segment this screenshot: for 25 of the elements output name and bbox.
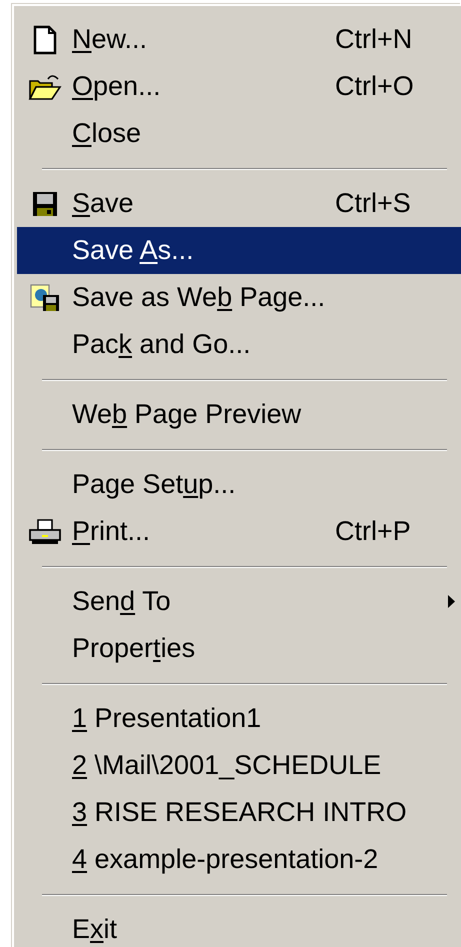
menu-item[interactable]: Web Page Preview (17, 391, 461, 438)
menu-item[interactable]: 2 \Mail\2001_SCHEDULE (17, 742, 461, 789)
printer-icon (28, 518, 62, 546)
menu-item[interactable]: Properties (17, 625, 461, 672)
shortcut-label: Ctrl+O (335, 71, 414, 102)
folder-icon (28, 72, 62, 100)
menu-item[interactable]: Print... Ctrl+P (17, 508, 461, 555)
menu-item[interactable]: 1 Presentation1 (17, 695, 461, 742)
menu-item[interactable]: New... Ctrl+N (17, 16, 461, 63)
menu-item[interactable]: Save As... (17, 227, 461, 274)
menu-item[interactable]: 4 example-presentation-2 (17, 836, 461, 883)
shortcut-label: Ctrl+N (335, 24, 412, 55)
shortcut-label: Ctrl+S (335, 188, 411, 219)
menu-item[interactable]: Send To (17, 578, 461, 625)
shortcut-label: Ctrl+P (335, 516, 411, 547)
menu-item[interactable]: Save as Web Page... (17, 274, 461, 321)
document-icon (32, 24, 56, 54)
menu-item[interactable]: 3 RISE RESEARCH INTRO (17, 789, 461, 836)
menu-item[interactable]: Open... Ctrl+O (17, 63, 461, 110)
menu-item[interactable]: Exit (17, 906, 461, 947)
web-page-save-icon (28, 282, 60, 312)
menu-item[interactable]: Page Setup... (17, 461, 461, 508)
menu-item[interactable]: Save Ctrl+S (17, 180, 461, 227)
menu-item[interactable]: Close (17, 110, 461, 157)
menu-item[interactable]: Pack and Go... (17, 321, 461, 368)
